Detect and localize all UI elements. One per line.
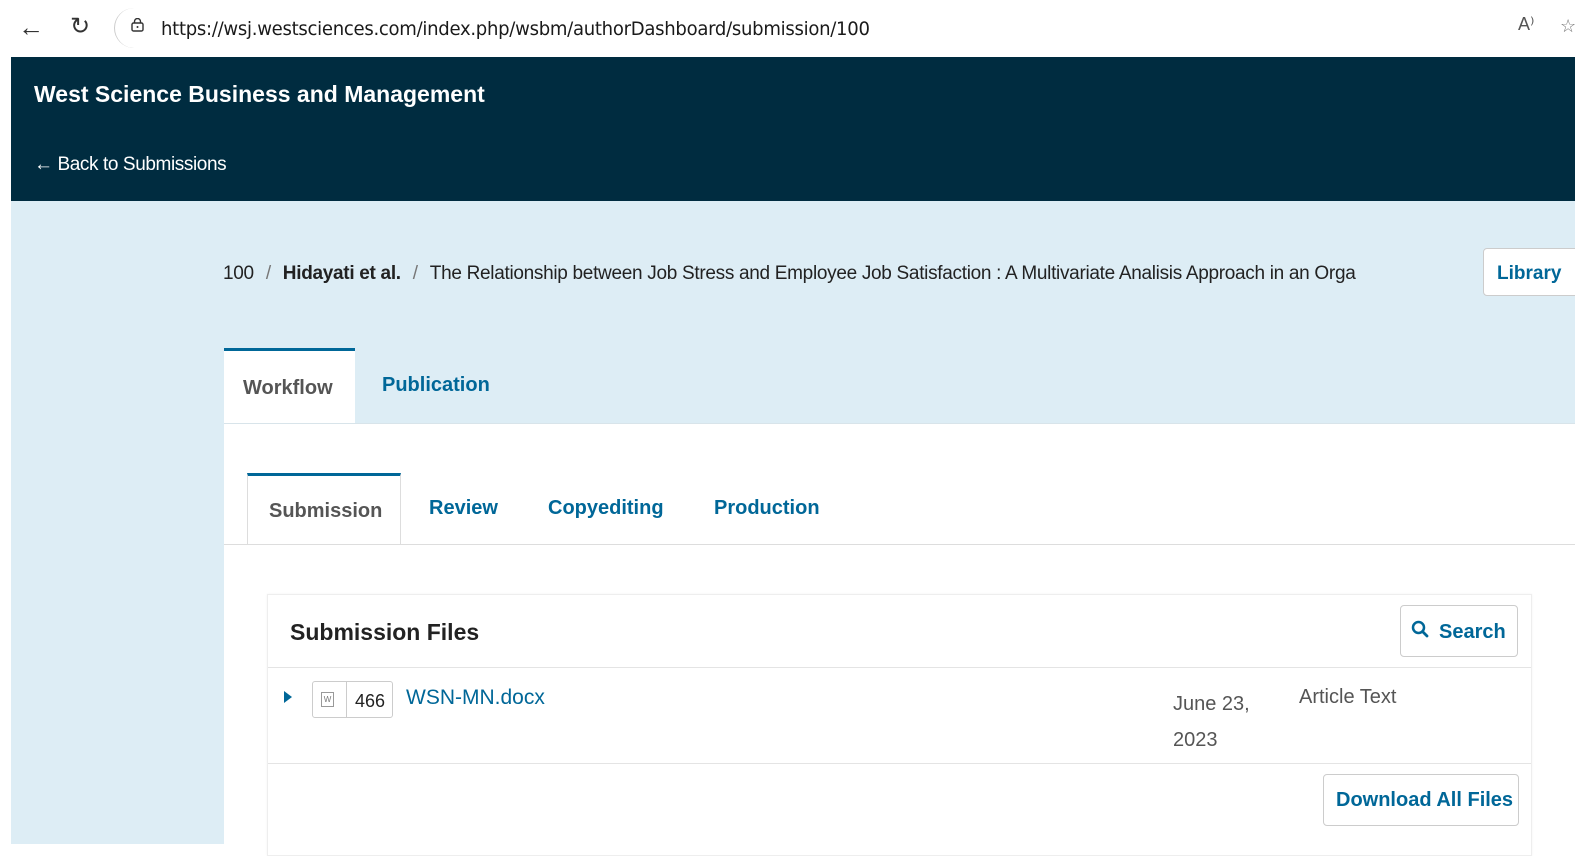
read-aloud-icon[interactable]: A⁾	[1518, 14, 1534, 35]
submission-title: The Relationship between Job Stress and …	[429, 263, 1356, 284]
file-name-link[interactable]: WSN-MN.docx	[406, 686, 545, 710]
search-button[interactable]: Search	[1400, 605, 1518, 657]
tab-divider	[224, 544, 1575, 545]
file-id: 466	[355, 691, 386, 711]
back-to-submissions-link[interactable]: ← Back to Submissions	[34, 154, 227, 176]
badge-divider	[346, 682, 347, 717]
reload-icon[interactable]: ↻	[70, 12, 90, 42]
word-document-icon: W	[321, 692, 334, 707]
submission-files-panel: Submission Files Search W 466 WSN-MN.doc…	[267, 594, 1532, 856]
divider	[268, 763, 1531, 764]
address-bar[interactable]: https://wsj.westsciences.com/index.php/w…	[114, 8, 1575, 48]
search-icon	[1411, 620, 1429, 638]
divider	[268, 667, 1531, 668]
submission-id: 100	[223, 263, 254, 284]
url-text[interactable]: https://wsj.westsciences.com/index.php/w…	[161, 18, 870, 40]
file-date: June 23, 2023	[1173, 693, 1250, 751]
workflow-panel: Submission Review Copyediting Production…	[224, 423, 1575, 856]
file-id-badge: W 466	[312, 681, 393, 718]
app-header: West Science Business and Management ← B…	[11, 57, 1575, 201]
submission-author: Hidayati et al.	[282, 263, 401, 284]
tab-workflow[interactable]: Workflow	[224, 348, 355, 424]
breadcrumb-separator: /	[265, 263, 271, 284]
lock-icon	[131, 18, 144, 32]
favorite-star-icon[interactable]: ☆	[1560, 16, 1575, 37]
search-button-label: Search	[1439, 621, 1506, 643]
library-button[interactable]: Library	[1483, 248, 1575, 296]
expand-row-icon[interactable]	[284, 691, 292, 703]
breadcrumb-separator: /	[412, 263, 418, 284]
tab-publication[interactable]: Publication	[382, 348, 512, 424]
tab-production[interactable]: Production	[714, 473, 844, 545]
tab-copyediting[interactable]: Copyediting	[548, 473, 678, 545]
submission-files-title: Submission Files	[290, 619, 480, 645]
file-type: Article Text	[1299, 686, 1397, 708]
main-content: 100 / Hidayati et al. / The Relationship bet…	[11, 201, 1575, 856]
back-arrow-icon[interactable]: ←	[18, 12, 44, 42]
tab-review[interactable]: Review	[429, 473, 519, 545]
download-all-files-button[interactable]: Download All Files	[1323, 774, 1519, 826]
browser-toolbar: ← ↻ https://wsj.westsciences.com/index.p…	[0, 0, 1575, 56]
journal-title[interactable]: West Science Business and Management	[34, 81, 485, 108]
tab-submission[interactable]: Submission	[247, 473, 401, 545]
breadcrumb: 100 / Hidayati et al. / The Relationship bet…	[223, 263, 1356, 285]
